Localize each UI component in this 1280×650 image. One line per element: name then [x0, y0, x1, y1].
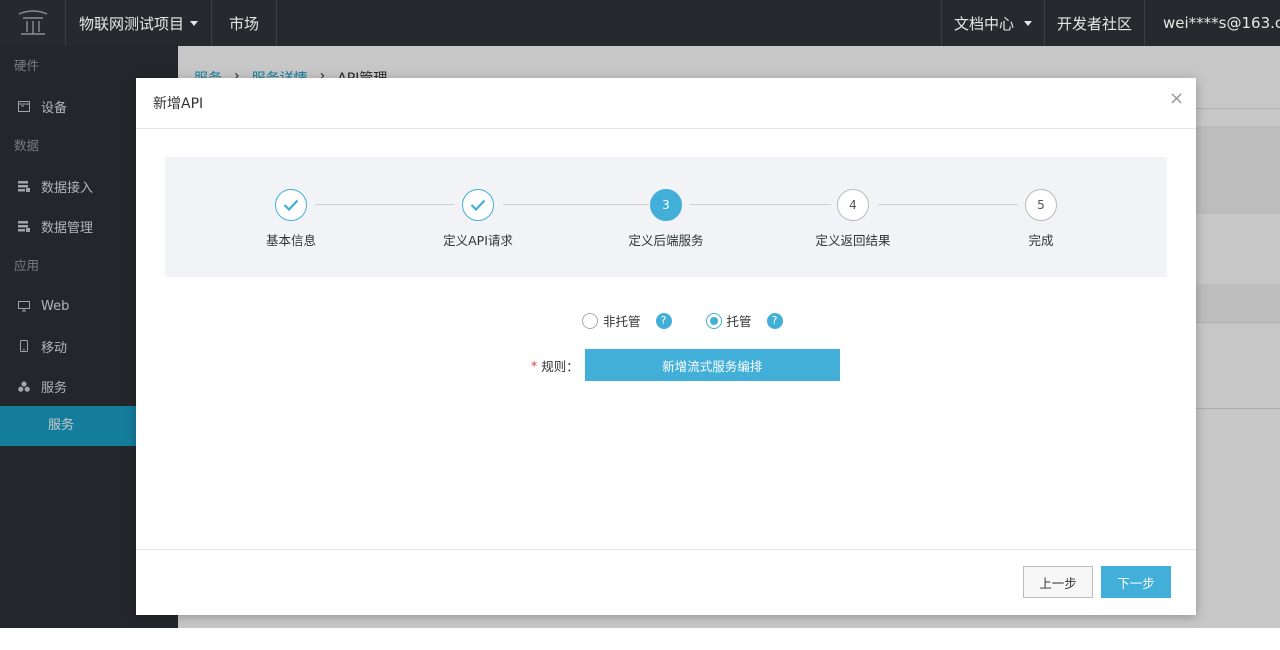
close-icon[interactable]: × — [1169, 90, 1184, 108]
step-basic-info: 基本信息 — [231, 189, 351, 249]
user-account-menu[interactable]: wei****s@163.com — [1144, 0, 1280, 46]
radio-label: 托管 — [726, 314, 752, 329]
market-label: 市场 — [229, 14, 260, 33]
steps-panel: 基本信息 定义API请求 3 定义后端服务 4 定义返回结果 5 完成 — [165, 157, 1167, 277]
step-label: 完成 — [1028, 233, 1054, 248]
radio-managed[interactable]: 托管 — [705, 311, 752, 330]
rule-label: 规则： — [541, 358, 579, 374]
top-navigation-bar: 物联网测试项目 市场 文档中心 开发者社区 wei****s@163.com — [0, 0, 1280, 46]
logo[interactable] — [0, 0, 66, 46]
previous-step-button[interactable]: 上一步 — [1023, 566, 1093, 598]
rule-row: * 规则： 新增流式服务编排 — [531, 349, 840, 381]
docs-label: 文档中心 — [953, 14, 1014, 33]
step-define-backend: 3 定义后端服务 — [606, 189, 726, 249]
dialog-footer: 上一步 下一步 — [136, 549, 1196, 615]
step-label: 定义后端服务 — [628, 233, 704, 248]
caret-down-icon — [190, 20, 199, 26]
help-icon[interactable]: ? — [766, 312, 783, 329]
add-api-dialog: 新增API × 基本信息 定义API请求 3 定义后端服务 4 定义返回结果 5… — [136, 78, 1196, 615]
docs-center-menu[interactable]: 文档中心 — [940, 0, 1044, 46]
dialog-title: 新增API — [153, 96, 204, 112]
hosting-radio-group: 非托管 ? 托管 ? — [582, 311, 783, 330]
add-stream-orchestration-button[interactable]: 新增流式服务编排 — [584, 349, 840, 381]
radio-unchecked-icon[interactable] — [582, 312, 598, 329]
next-step-button[interactable]: 下一步 — [1101, 566, 1171, 598]
radio-unmanaged[interactable]: 非托管 — [582, 311, 641, 330]
required-mark: * — [531, 357, 538, 373]
dialog-header: 新增API × — [136, 78, 1196, 129]
step-number: 5 — [1025, 189, 1057, 221]
step-label: 基本信息 — [265, 233, 316, 248]
check-icon — [462, 189, 494, 221]
developer-community-link[interactable]: 开发者社区 — [1043, 0, 1144, 46]
step-define-api-request: 定义API请求 — [418, 189, 538, 249]
project-selector[interactable]: 物联网测试项目 — [66, 0, 213, 46]
radio-label: 非托管 — [603, 314, 641, 329]
step-finish: 5 完成 — [981, 189, 1101, 249]
project-label: 物联网测试项目 — [79, 14, 185, 33]
community-label: 开发者社区 — [1056, 14, 1132, 33]
radio-checked-icon[interactable] — [705, 312, 722, 329]
step-label: 定义返回结果 — [815, 233, 891, 248]
logo-icon — [18, 10, 47, 35]
step-number: 4 — [837, 189, 869, 221]
check-icon — [275, 189, 307, 221]
help-icon[interactable]: ? — [655, 312, 672, 329]
bottom-strip — [0, 628, 1280, 650]
step-define-response: 4 定义返回结果 — [793, 189, 913, 249]
step-number: 3 — [650, 189, 682, 221]
caret-down-icon — [1023, 20, 1032, 26]
market-link[interactable]: 市场 — [212, 0, 278, 46]
step-label: 定义API请求 — [443, 233, 513, 248]
user-label: wei****s@163.com — [1163, 14, 1280, 32]
